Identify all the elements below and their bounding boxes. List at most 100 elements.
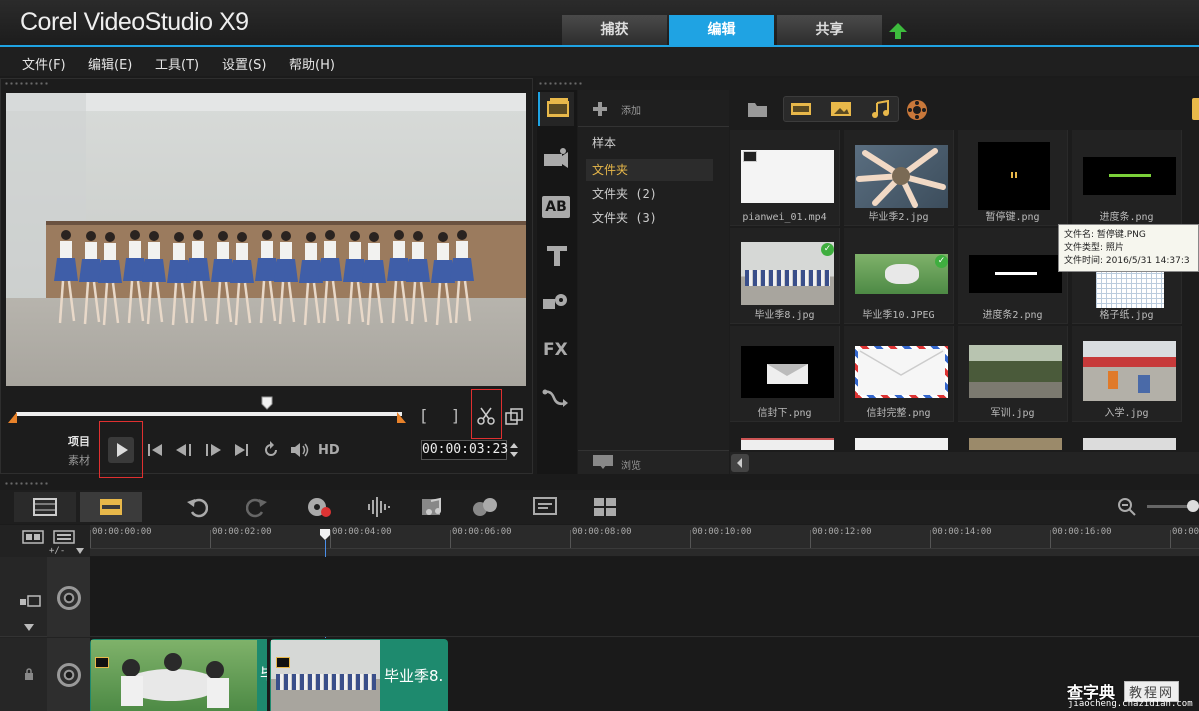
thumbnail-item[interactable]: 信封完整.png <box>844 326 954 422</box>
folder-item-folder[interactable]: 文件夹 <box>586 159 713 181</box>
project-mode-label[interactable]: 项目 <box>68 433 90 449</box>
thumbnail-item[interactable]: 进度条.png <box>1072 130 1182 226</box>
chevron-down-icon[interactable] <box>76 548 84 554</box>
record-capture-icon[interactable] <box>306 495 332 519</box>
timecode-field[interactable]: 00:00:03:23 <box>421 440 508 460</box>
undo-icon[interactable] <box>186 496 208 518</box>
tab-capture[interactable]: 捕获 <box>562 15 667 46</box>
play-button[interactable] <box>108 437 134 463</box>
timecode-stepper[interactable] <box>508 440 520 460</box>
ripple-edit-icon[interactable] <box>19 595 41 607</box>
graphic-icon[interactable] <box>541 289 571 313</box>
repeat-icon[interactable] <box>262 441 280 459</box>
folder-item-folder-3[interactable]: 文件夹 (3) <box>586 207 713 229</box>
show-all-tracks-icon[interactable] <box>22 530 44 544</box>
tab-share[interactable]: 共享 <box>777 15 882 46</box>
sound-mixer-icon[interactable] <box>366 495 392 519</box>
tab-edit[interactable]: 编辑 <box>669 15 774 46</box>
thumbnail-item[interactable]: 毕业季2.jpg <box>844 130 954 226</box>
lock-icon[interactable] <box>24 668 34 680</box>
ruler-label: 00:00:08:00 <box>572 527 632 537</box>
import-media-icon[interactable] <box>906 99 928 121</box>
menu-file[interactable]: 文件(F) <box>22 54 66 73</box>
redo-icon[interactable] <box>246 496 268 518</box>
film-reel-icon[interactable] <box>57 586 81 610</box>
ruler-tick <box>1050 530 1051 548</box>
add-folder-label[interactable]: 添加 <box>621 102 641 117</box>
ruler-label: 00:00:18:00 <box>1172 527 1199 537</box>
folder-item-samples[interactable]: 样本 <box>586 132 713 154</box>
menu-settings[interactable]: 设置(S) <box>222 54 266 73</box>
scroll-left-icon[interactable] <box>731 454 749 472</box>
thumbnail-image <box>1083 157 1176 195</box>
ruler-tick <box>810 530 811 548</box>
upload-icon[interactable] <box>888 21 908 41</box>
menu-help[interactable]: 帮助(H) <box>289 54 335 73</box>
watermark-url: jiaocheng.chazidian.com <box>1068 699 1193 709</box>
video-track[interactable] <box>90 557 1199 637</box>
thumbnail-item[interactable]: pianwei_01.mp4 <box>730 130 840 226</box>
motion-tracking-icon[interactable] <box>470 495 500 519</box>
add-icon[interactable] <box>592 101 608 117</box>
track-manager-icon[interactable] <box>53 530 75 544</box>
thumbnail-caption: 进度条.png <box>1099 212 1154 223</box>
thumbnail-caption: 军训.jpg <box>990 408 1035 419</box>
zoom-out-icon[interactable] <box>1117 497 1137 517</box>
zoom-slider-handle[interactable] <box>1187 500 1199 512</box>
timeline-clip[interactable]: 毕业季8. <box>270 639 448 711</box>
timeline-view-icon[interactable] <box>80 492 142 522</box>
film-reel-icon[interactable] <box>57 663 81 687</box>
divider <box>578 126 729 127</box>
home-icon[interactable] <box>146 442 164 458</box>
fx-icon[interactable]: FX <box>543 340 568 360</box>
menu-edit[interactable]: 编辑(E) <box>88 54 132 73</box>
thumbnail-item[interactable]: ✓ 毕业季10.JPEG <box>844 228 954 324</box>
filter-video-icon[interactable] <box>790 100 812 118</box>
end-icon[interactable] <box>233 442 251 458</box>
storyboard-view-icon[interactable] <box>14 492 76 522</box>
multi-camera-icon[interactable] <box>592 496 618 518</box>
clip-mode-label[interactable]: 素材 <box>68 452 90 468</box>
path-icon[interactable] <box>541 386 569 410</box>
hd-toggle[interactable]: HD <box>318 443 340 458</box>
mark-out-button[interactable]: ] <box>452 406 458 425</box>
thumbnail-image <box>741 346 834 398</box>
panel-grip-timeline[interactable] <box>4 481 50 487</box>
media-category-icon[interactable] <box>538 92 574 126</box>
enlarge-icon[interactable] <box>505 408 523 426</box>
browse-icon[interactable] <box>592 454 614 470</box>
instant-project-icon[interactable] <box>541 146 571 172</box>
auto-music-icon[interactable] <box>420 495 446 519</box>
timeline-clip[interactable]: 毕 <box>90 639 267 711</box>
previous-frame-icon[interactable] <box>174 442 196 458</box>
scrub-handle[interactable] <box>261 396 273 410</box>
next-frame-icon[interactable] <box>202 442 224 458</box>
mark-in-button[interactable]: [ <box>421 406 427 425</box>
browse-label[interactable]: 浏览 <box>621 457 641 472</box>
title-icon[interactable] <box>545 244 569 268</box>
thumbnail-item[interactable]: 信封下.png <box>730 326 840 422</box>
menu-tools[interactable]: 工具(T) <box>155 54 199 73</box>
add-remove-chapter[interactable]: +/- <box>49 546 65 556</box>
thumbnail-item[interactable]: ✓ 毕业季8.jpg <box>730 228 840 324</box>
panel-grip-library[interactable] <box>538 81 584 87</box>
subtitle-editor-icon[interactable] <box>532 496 558 518</box>
transition-icon[interactable]: AB <box>542 196 570 218</box>
chevron-down-icon[interactable] <box>24 624 34 631</box>
options-icon[interactable] <box>1192 98 1199 120</box>
filter-photo-icon[interactable] <box>830 100 852 118</box>
thumbnail-image <box>855 145 948 208</box>
scrub-bar[interactable] <box>16 412 402 416</box>
library-scrollbar[interactable] <box>730 452 1199 474</box>
folder-open-icon[interactable] <box>747 99 769 119</box>
volume-icon[interactable] <box>289 441 311 459</box>
thumbnail-item[interactable]: 暂停键.png <box>958 130 1068 226</box>
thumbnail-caption: 格子纸.jpg <box>1099 310 1154 321</box>
folder-item-folder-2[interactable]: 文件夹 (2) <box>586 183 713 205</box>
thumbnail-item[interactable]: 军训.jpg <box>958 326 1068 422</box>
thumbnail-item[interactable]: 入学.jpg <box>1072 326 1182 422</box>
filter-audio-icon[interactable] <box>871 100 891 118</box>
thumbnail-item[interactable]: 进度条2.png <box>958 228 1068 324</box>
scissors-icon[interactable] <box>476 406 496 426</box>
panel-grip[interactable] <box>4 81 50 87</box>
